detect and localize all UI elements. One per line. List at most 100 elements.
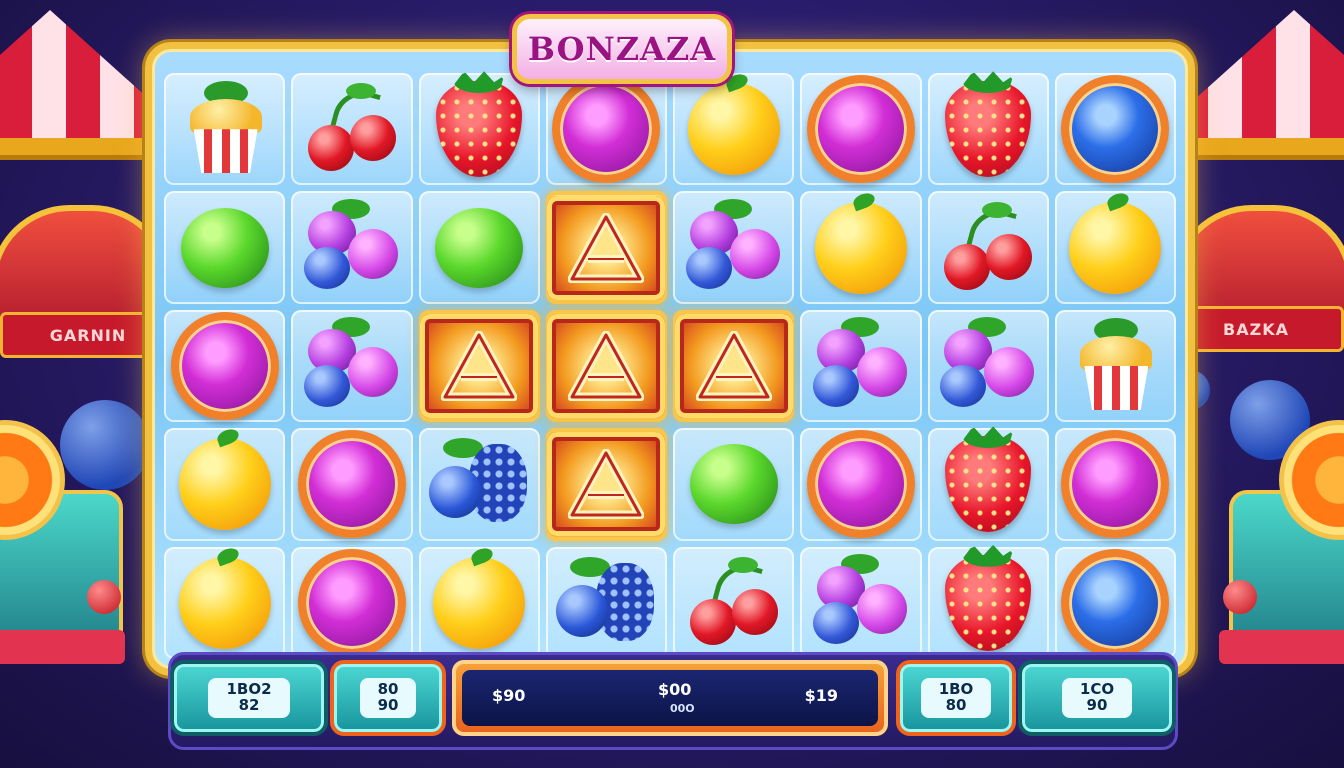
lime-icon: [180, 207, 269, 288]
display-screen: $90 $00 00O $19: [462, 670, 878, 726]
reel-cell: [545, 191, 667, 304]
bet-decrease-button[interactable]: 1BO2 82: [170, 660, 328, 736]
reel-cell: [673, 309, 795, 423]
lemon-icon: [433, 556, 526, 649]
reel-cell: [291, 73, 413, 186]
cherry-icon: [686, 556, 782, 649]
circus-tent-right: [1174, 10, 1344, 160]
button-line-2: 82: [238, 696, 260, 714]
lemon-icon: [178, 438, 271, 531]
purple-gem-icon: [552, 75, 661, 184]
reel-cell: [800, 309, 922, 423]
plum-cluster-icon: [684, 198, 784, 293]
cherry-icon: [940, 201, 1036, 294]
blue-gem-icon: [1061, 548, 1170, 657]
reel-cell: [927, 428, 1049, 541]
blackberry-icon: [556, 555, 656, 651]
reel-cell: [1054, 191, 1176, 304]
strawberry-icon: [945, 554, 1032, 651]
reel-cell: [673, 73, 795, 186]
reel-cell: [291, 191, 413, 304]
win-value: $00: [658, 680, 692, 699]
reel-cell: [927, 309, 1049, 423]
reel-cell: [1054, 309, 1176, 423]
purple-gem-icon: [1061, 430, 1170, 539]
balance-value: $90: [492, 686, 526, 705]
scatter-symbol-icon: [547, 195, 666, 300]
slot-machine-right: [1219, 420, 1344, 680]
balance-display: $90 $00 00O $19: [452, 660, 888, 736]
reel-cell: [545, 428, 667, 541]
blue-gem-icon: [1061, 75, 1170, 184]
bet-value: $19: [804, 686, 838, 705]
button-line-2: 90: [377, 696, 399, 714]
reel-cell: [418, 309, 540, 423]
scatter-symbol-icon: [674, 313, 793, 418]
reel-cell: [545, 546, 667, 659]
reel-cell: [673, 428, 795, 541]
reel-cell: [418, 191, 540, 304]
reel-cell: [800, 191, 922, 304]
booth-right: [1172, 205, 1344, 337]
plum-cluster-icon: [811, 316, 911, 411]
symbol-grid: [164, 73, 1176, 659]
plum-cluster-icon: [811, 553, 911, 648]
lime-icon: [689, 444, 778, 525]
reel-cell: [418, 73, 540, 186]
cupcake-icon: [180, 81, 270, 177]
strawberry-icon: [945, 436, 1032, 533]
reel-frame: [145, 42, 1195, 676]
slot-machine-left: [0, 420, 125, 680]
plum-cluster-icon: [302, 316, 402, 411]
lime-icon: [435, 207, 524, 288]
reel-cell: [1054, 73, 1176, 186]
reel-cell: [673, 191, 795, 304]
purple-gem-icon: [297, 548, 406, 657]
reel-cell: [927, 191, 1049, 304]
reel-cell: [164, 73, 286, 186]
cherry-icon: [304, 83, 400, 175]
cupcake-icon: [1070, 317, 1160, 414]
autoplay-button[interactable]: 80 90: [330, 660, 446, 736]
lemon-icon: [687, 83, 780, 176]
plum-cluster-icon: [302, 198, 402, 293]
purple-gem-icon: [806, 75, 915, 184]
turbo-button[interactable]: 1BO 80: [896, 660, 1016, 736]
game-logo: BONZAZA: [512, 14, 732, 84]
reel-cell: [164, 428, 286, 541]
purple-gem-icon: [806, 430, 915, 539]
reel-cell: [800, 73, 922, 186]
reel-cell: [291, 309, 413, 423]
lemon-icon: [814, 201, 907, 294]
bet-increase-button[interactable]: 1CO 90: [1018, 660, 1176, 736]
reel-cell: [1054, 546, 1176, 659]
balloon: [1230, 380, 1310, 460]
purple-gem-icon: [170, 311, 279, 420]
strawberry-icon: [945, 81, 1032, 178]
orange-icon: [0, 420, 65, 540]
reel-cell: [927, 73, 1049, 186]
orange-icon: [1279, 420, 1344, 540]
reel-cell: [291, 428, 413, 541]
reel-cell: [545, 309, 667, 423]
reel-cell: [1054, 428, 1176, 541]
reel-cell: [927, 546, 1049, 659]
strawberry-icon: [436, 81, 523, 178]
blackberry-icon: [429, 436, 529, 532]
reel-cell: [800, 546, 922, 659]
reel-cell: [418, 428, 540, 541]
button-line-2: 90: [1086, 696, 1108, 714]
win-subvalue: 00O: [670, 702, 695, 715]
scatter-symbol-icon: [547, 313, 666, 418]
plum-cluster-icon: [938, 316, 1038, 411]
reel-cell: [291, 546, 413, 659]
lemon-icon: [178, 556, 271, 649]
reel-cell: [673, 546, 795, 659]
scatter-symbol-icon: [420, 313, 539, 418]
purple-gem-icon: [297, 430, 406, 539]
reel-cell: [164, 191, 286, 304]
reel-cell: [164, 546, 286, 659]
reel-cell: [164, 309, 286, 423]
reel-cell: [418, 546, 540, 659]
reel-cell: [800, 428, 922, 541]
